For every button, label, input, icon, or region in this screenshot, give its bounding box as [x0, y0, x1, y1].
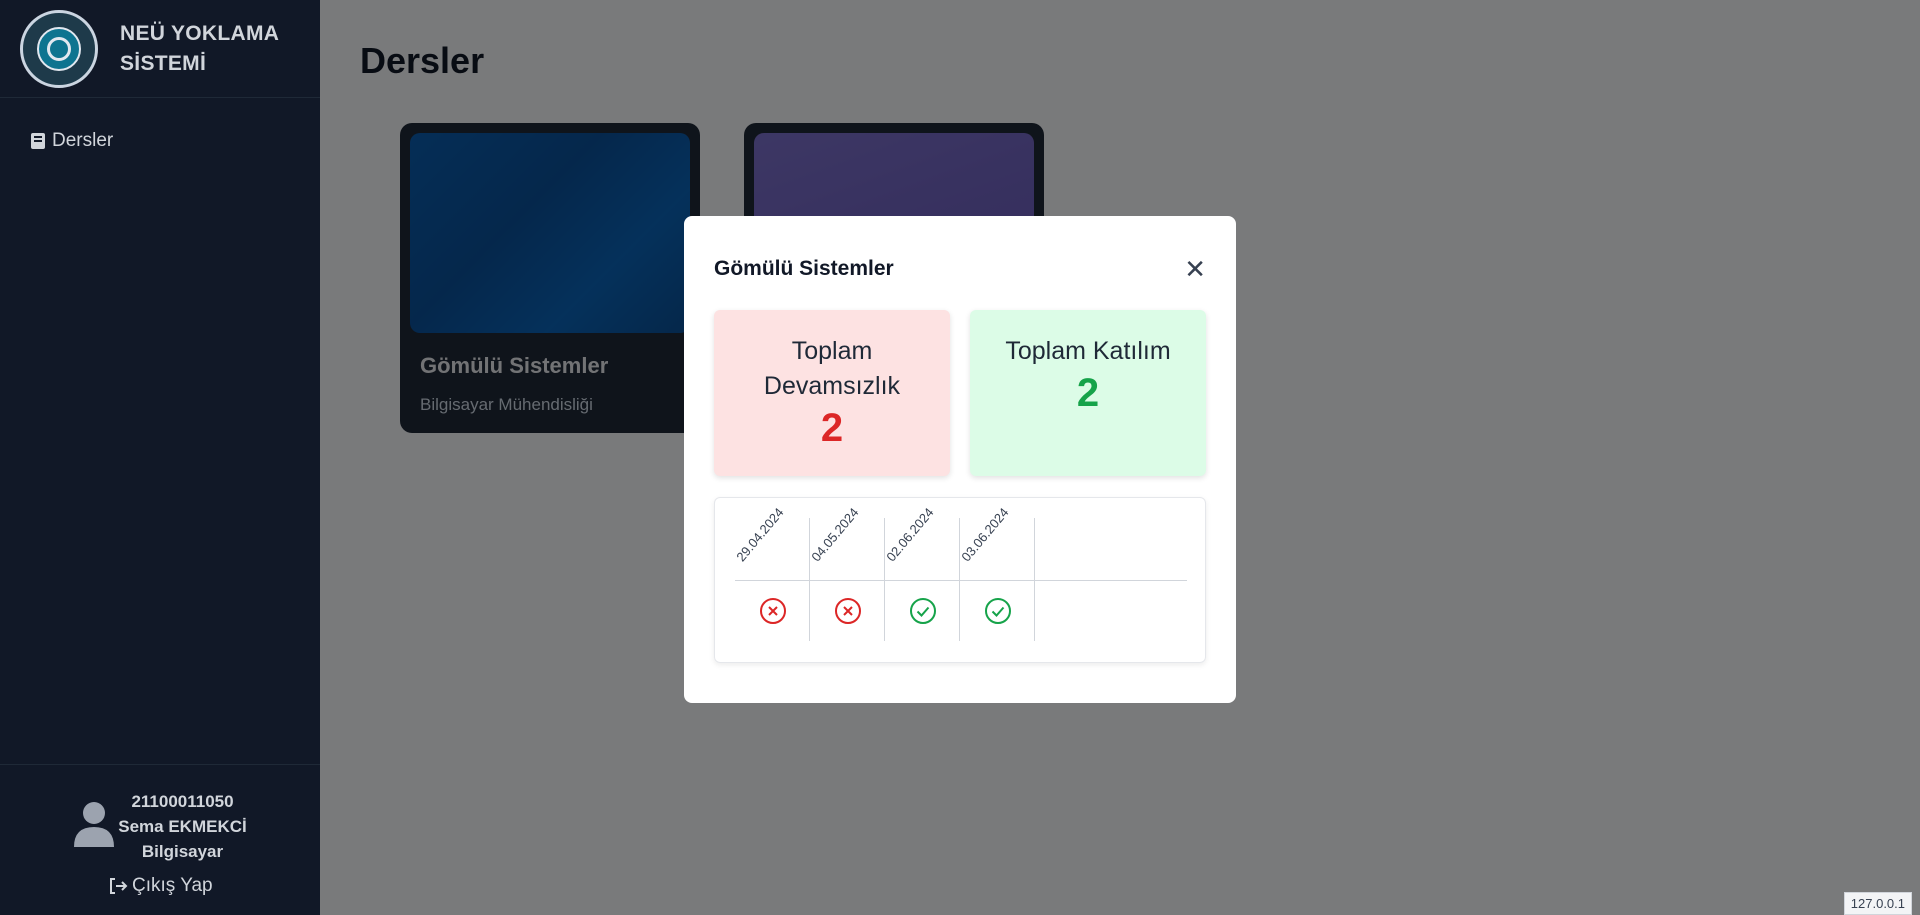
date-label: 03.06.2024: [958, 504, 1012, 565]
absent-x-circle-icon: [760, 598, 786, 624]
date-label: 04.05.2024: [808, 504, 862, 565]
attendance-value: 2: [1076, 371, 1100, 415]
attendance-label: Toplam Katılım: [1005, 337, 1171, 365]
stats-row: Toplam Devamsızlık 2 Toplam Katılım 2: [714, 310, 1206, 476]
absence-card: Toplam Devamsızlık 2: [714, 310, 950, 476]
attendance-table: 29.04.2024 04.05.2024 02.06.2024 03.06.2…: [714, 497, 1206, 663]
attendance-card: Toplam Katılım 2: [970, 310, 1206, 476]
sign-out-icon: [110, 878, 128, 894]
user-avatar-icon: [74, 802, 114, 847]
sidebar: NEÜ YOKLAMA SİSTEMİ Dersler 21100011050 …: [0, 0, 320, 915]
book-icon: [31, 133, 45, 149]
university-logo: [20, 9, 98, 88]
user-dept: Bilgisayar: [141, 842, 224, 861]
logout-button[interactable]: Çıkış Yap: [108, 875, 213, 897]
absent-x-circle-icon: [835, 598, 861, 624]
attendance-modal: Gömülü Sistemler ✕ Toplam Devamsızlık 2 …: [684, 216, 1236, 703]
modal-header: Gömülü Sistemler ✕: [714, 216, 1206, 311]
user-id: 21100011050: [131, 792, 234, 811]
present-check-circle-icon: [985, 598, 1011, 624]
brand: NEÜ YOKLAMA SİSTEMİ: [0, 0, 320, 98]
absence-value: 2: [820, 406, 844, 450]
sidebar-item-label: Dersler: [52, 130, 114, 151]
user-name: Sema EKMEKCİ: [118, 817, 247, 836]
logout-label: Çıkış Yap: [132, 875, 213, 896]
modal-title: Gömülü Sistemler: [714, 256, 894, 280]
user-info: 21100011050 Sema EKMEKCİ Bilgisayar: [110, 789, 255, 864]
status-row: [735, 581, 1187, 641]
sidebar-item-dersler[interactable]: Dersler: [30, 130, 113, 152]
host-badge: 127.0.0.1: [1843, 892, 1912, 915]
present-check-circle-icon: [910, 598, 936, 624]
date-header-row: 29.04.2024 04.05.2024 02.06.2024 03.06.2…: [733, 505, 1187, 581]
date-label: 02.06.2024: [883, 504, 937, 565]
close-icon[interactable]: ✕: [1184, 256, 1206, 282]
absence-label: Toplam Devamsızlık: [763, 337, 901, 400]
user-panel: 21100011050 Sema EKMEKCİ Bilgisayar Çıkı…: [0, 764, 320, 915]
brand-title: NEÜ YOKLAMA SİSTEMİ: [120, 21, 279, 75]
date-label: 29.04.2024: [733, 504, 787, 565]
